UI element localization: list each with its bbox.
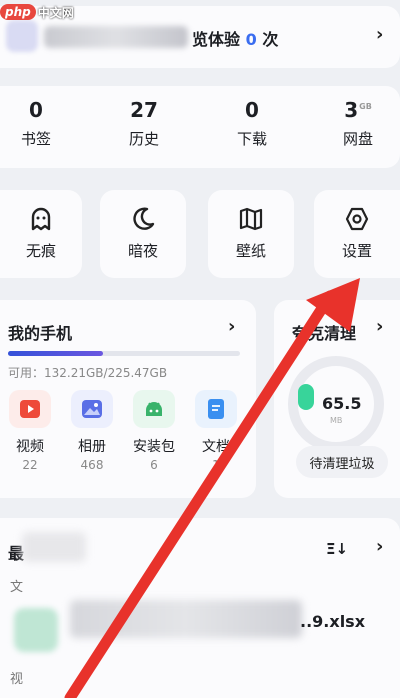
cleaner-indicator [298,384,314,410]
storage-bar-fill [8,351,104,356]
storage-bar [8,351,240,356]
visit-count: 0 [245,30,257,49]
doc-icon [195,390,237,428]
avatar [6,20,38,52]
tool-label: 壁纸 [235,242,266,260]
stat-value: 27 [130,98,158,122]
file-type-apk[interactable]: 安装包 6 [124,390,184,472]
tool-wallpaper[interactable]: 壁纸 [208,190,294,278]
file-type-count: 22 [22,458,38,472]
file-type-video[interactable]: 视频 22 [0,390,60,472]
file-type-count: 6 [150,458,158,472]
chevron-right-icon[interactable]: › [376,536,383,557]
chevron-right-icon[interactable]: › [228,316,235,337]
moon-icon [133,207,155,230]
stat-unit: GB [359,102,372,112]
cleaner-title: 夸克清理 [292,324,357,343]
recent-category-videos: 视 [10,672,24,687]
tool-incognito[interactable]: 无痕 [0,190,82,278]
my-phone-title: 我的手机 [8,324,73,343]
tool-night-mode[interactable]: 暗夜 [100,190,186,278]
storage-available: 可用：132.21GB/225.47GB [8,366,168,380]
watermark-logo: php [0,4,36,20]
stat-downloads[interactable]: 0 下载 [212,98,292,149]
stat-bookmarks[interactable]: 0 书签 [0,98,76,149]
stat-history[interactable]: 27 历史 [104,98,184,149]
photo-icon [71,390,113,428]
file-thumbnail [14,608,58,652]
file-type-count: 1 [212,458,220,472]
cleaner-card[interactable]: 夸克清理 › 65.5 MB 待清理垃圾 [274,300,400,498]
file-type-count: 468 [80,458,104,472]
stat-label: 历史 [128,130,159,148]
my-phone-card[interactable]: 我的手机 › 可用：132.21GB/225.47GB 视频 22 相册 468… [0,300,256,498]
file-type-label: 文档 [202,439,230,455]
visit-suffix: 次 [262,30,279,49]
file-type-docs[interactable]: 文档 1 [186,390,246,472]
file-type-label: 相册 [78,439,106,455]
watermark: php 中文网 [0,0,74,24]
blurred-file-name [70,600,302,638]
stats-card: 0 书签 27 历史 0 下载 3GB 网盘 [0,86,400,168]
file-type-label: 视频 [16,439,44,455]
clean-junk-button[interactable]: 待清理垃圾 [296,446,388,478]
file-type-label: 安装包 [133,439,175,455]
watermark-text: 中文网 [37,5,74,20]
recent-category-docs: 文 [10,580,24,595]
cleaner-value: 65.5 [322,394,362,413]
chevron-right-icon[interactable]: › [376,24,383,45]
tool-label: 设置 [341,242,372,260]
video-icon [9,390,51,428]
tool-label: 无痕 [25,242,56,260]
tool-settings[interactable]: 设置 [314,190,400,278]
book-icon [239,207,263,231]
stat-value: 0 [245,98,259,122]
blurred-region [22,532,86,562]
android-icon [133,390,175,428]
visit-prefix: 览体验 [192,30,241,49]
stat-cloud-drive[interactable]: 3GB 网盘 [318,98,398,149]
chevron-right-icon[interactable]: › [376,316,383,337]
sort-icon[interactable]: Ξ↓ [326,540,348,558]
tool-label: 暗夜 [127,242,158,260]
stat-value: 3 [344,98,359,122]
recent-card: 最 Ξ↓ › 文 ..9.xlsx 视 [0,518,400,698]
blurred-username [44,26,188,48]
stat-label: 网盘 [342,130,373,148]
cleaner-unit: MB [330,416,343,425]
stat-value: 0 [29,98,43,122]
file-type-photos[interactable]: 相册 468 [62,390,122,472]
hexagon-settings-icon [345,207,369,231]
stat-label: 下载 [236,130,267,148]
visit-summary: 览体验 0 次 [192,26,278,50]
ghost-icon [31,207,51,231]
recent-file-name[interactable]: ..9.xlsx [300,612,365,631]
stat-label: 书签 [20,130,51,148]
